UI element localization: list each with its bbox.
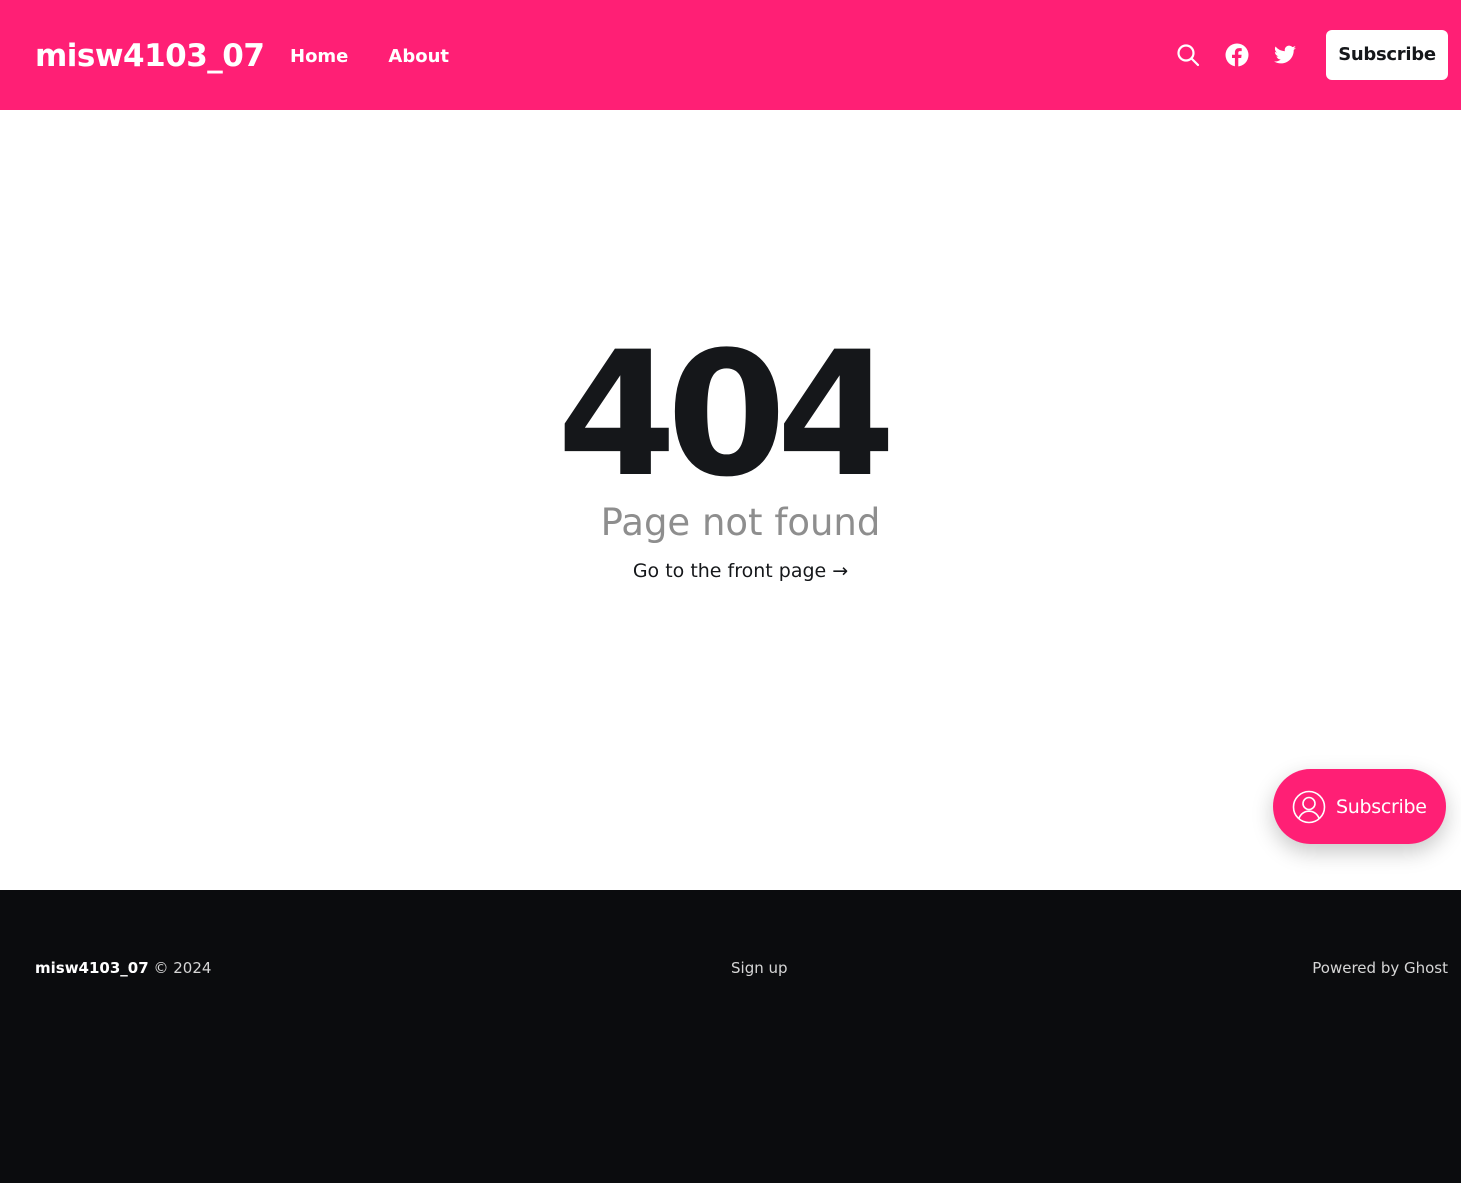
nav-item-about[interactable]: About bbox=[388, 44, 449, 70]
nav-item-home[interactable]: Home bbox=[290, 44, 348, 70]
footer-signup-link[interactable]: Sign up bbox=[731, 958, 788, 978]
footer-copyright: misw4103_07 © 2024 bbox=[35, 958, 211, 978]
site-footer: misw4103_07 © 2024 Sign up Powered by Gh… bbox=[0, 890, 1461, 1183]
user-circle-icon bbox=[1292, 790, 1326, 824]
error-code: 404 bbox=[556, 314, 896, 515]
search-icon[interactable] bbox=[1176, 43, 1200, 67]
error-content: 404 Page not found Go to the front page … bbox=[0, 314, 1461, 585]
portal-subscribe-button[interactable]: Subscribe bbox=[1273, 769, 1446, 844]
site-title[interactable]: misw4103_07 bbox=[35, 36, 265, 76]
portal-subscribe-label: Subscribe bbox=[1336, 795, 1427, 818]
main-nav: Home About bbox=[290, 44, 449, 70]
twitter-icon[interactable] bbox=[1273, 43, 1297, 67]
facebook-icon[interactable] bbox=[1225, 43, 1249, 67]
subscribe-button[interactable]: Subscribe bbox=[1326, 30, 1448, 80]
powered-by-ghost-link[interactable]: Powered by Ghost bbox=[1312, 958, 1448, 978]
site-header: misw4103_07 Home About Subscribe bbox=[0, 0, 1461, 110]
copyright-text: © 2024 bbox=[153, 959, 212, 977]
footer-brand-link[interactable]: misw4103_07 bbox=[35, 959, 149, 977]
front-page-link[interactable]: Go to the front page → bbox=[633, 557, 848, 585]
error-message: Page not found bbox=[600, 501, 881, 544]
